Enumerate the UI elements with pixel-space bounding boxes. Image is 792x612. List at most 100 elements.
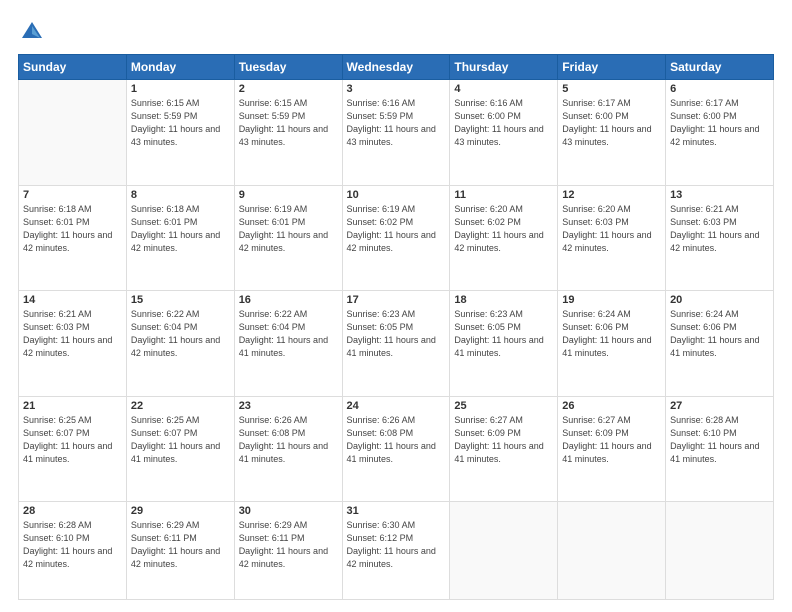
day-cell (19, 80, 127, 186)
day-info: Sunrise: 6:24 AMSunset: 6:06 PMDaylight:… (562, 308, 661, 360)
day-cell: 26 Sunrise: 6:27 AMSunset: 6:09 PMDayligh… (558, 396, 666, 502)
day-cell: 6 Sunrise: 6:17 AMSunset: 6:00 PMDaylight… (666, 80, 774, 186)
day-cell: 1 Sunrise: 6:15 AMSunset: 5:59 PMDaylight… (126, 80, 234, 186)
calendar-table: SundayMondayTuesdayWednesdayThursdayFrid… (18, 54, 774, 600)
logo (18, 18, 50, 46)
day-number: 24 (347, 400, 446, 412)
day-cell: 14 Sunrise: 6:21 AMSunset: 6:03 PMDayligh… (19, 291, 127, 397)
day-cell: 13 Sunrise: 6:21 AMSunset: 6:03 PMDayligh… (666, 185, 774, 291)
day-cell: 4Sunrise: 6:16 AMSunset: 6:00 PMDaylight… (450, 80, 558, 186)
week-row-5: 28 Sunrise: 6:28 AMSunset: 6:10 PMDayligh… (19, 502, 774, 600)
day-cell: 20 Sunrise: 6:24 AMSunset: 6:06 PMDayligh… (666, 291, 774, 397)
day-cell: 19 Sunrise: 6:24 AMSunset: 6:06 PMDayligh… (558, 291, 666, 397)
day-number: 20 (670, 294, 769, 306)
day-info: Sunrise: 6:25 AMSunset: 6:07 PMDaylight:… (131, 414, 230, 466)
logo-icon (18, 18, 46, 46)
day-cell: 10Sunrise: 6:19 AMSunset: 6:02 PMDayligh… (342, 185, 450, 291)
day-info: Sunrise: 6:28 AMSunset: 6:10 PMDaylight:… (23, 519, 122, 571)
day-cell: 9 Sunrise: 6:19 AMSunset: 6:01 PMDaylight… (234, 185, 342, 291)
day-number: 25 (454, 400, 553, 412)
day-number: 13 (670, 189, 769, 201)
day-cell: 5 Sunrise: 6:17 AMSunset: 6:00 PMDaylight… (558, 80, 666, 186)
day-info: Sunrise: 6:15 AMSunset: 5:59 PMDaylight:… (131, 97, 230, 149)
day-cell: 22 Sunrise: 6:25 AMSunset: 6:07 PMDayligh… (126, 396, 234, 502)
day-number: 11 (454, 189, 553, 201)
day-cell: 25 Sunrise: 6:27 AMSunset: 6:09 PMDayligh… (450, 396, 558, 502)
day-info: Sunrise: 6:18 AMSunset: 6:01 PMDaylight:… (131, 203, 230, 255)
day-info: Sunrise: 6:22 AMSunset: 6:04 PMDaylight:… (239, 308, 338, 360)
day-cell: 31 Sunrise: 6:30 AMSunset: 6:12 PMDayligh… (342, 502, 450, 600)
day-cell: 15 Sunrise: 6:22 AMSunset: 6:04 PMDayligh… (126, 291, 234, 397)
day-cell: 18 Sunrise: 6:23 AMSunset: 6:05 PMDayligh… (450, 291, 558, 397)
day-info: Sunrise: 6:24 AMSunset: 6:06 PMDaylight:… (670, 308, 769, 360)
day-info: Sunrise: 6:29 AMSunset: 6:11 PMDaylight:… (131, 519, 230, 571)
day-number: 5 (562, 83, 661, 95)
day-cell: 30Sunrise: 6:29 AMSunset: 6:11 PMDayligh… (234, 502, 342, 600)
day-info: Sunrise: 6:30 AMSunset: 6:12 PMDaylight:… (347, 519, 446, 571)
day-number: 14 (23, 294, 122, 306)
day-number: 1 (131, 83, 230, 95)
day-number: 15 (131, 294, 230, 306)
day-cell: 28 Sunrise: 6:28 AMSunset: 6:10 PMDayligh… (19, 502, 127, 600)
day-number: 26 (562, 400, 661, 412)
day-number: 12 (562, 189, 661, 201)
day-cell: 23Sunrise: 6:26 AMSunset: 6:08 PMDayligh… (234, 396, 342, 502)
day-number: 17 (347, 294, 446, 306)
day-info: Sunrise: 6:17 AMSunset: 6:00 PMDaylight:… (562, 97, 661, 149)
day-info: Sunrise: 6:16 AMSunset: 5:59 PMDaylight:… (347, 97, 446, 149)
day-number: 29 (131, 505, 230, 517)
day-header-saturday: Saturday (666, 55, 774, 80)
day-cell: 3 Sunrise: 6:16 AMSunset: 5:59 PMDaylight… (342, 80, 450, 186)
day-info: Sunrise: 6:25 AMSunset: 6:07 PMDaylight:… (23, 414, 122, 466)
day-number: 6 (670, 83, 769, 95)
day-cell: 29 Sunrise: 6:29 AMSunset: 6:11 PMDayligh… (126, 502, 234, 600)
day-cell: 21 Sunrise: 6:25 AMSunset: 6:07 PMDayligh… (19, 396, 127, 502)
day-info: Sunrise: 6:19 AMSunset: 6:02 PMDaylight:… (347, 203, 446, 255)
day-info: Sunrise: 6:20 AMSunset: 6:02 PMDaylight:… (454, 203, 553, 255)
day-info: Sunrise: 6:18 AMSunset: 6:01 PMDaylight:… (23, 203, 122, 255)
day-cell (666, 502, 774, 600)
day-number: 27 (670, 400, 769, 412)
day-number: 9 (239, 189, 338, 201)
day-info: Sunrise: 6:23 AMSunset: 6:05 PMDaylight:… (454, 308, 553, 360)
week-row-2: 7 Sunrise: 6:18 AMSunset: 6:01 PMDaylight… (19, 185, 774, 291)
day-number: 23 (239, 400, 338, 412)
day-header-tuesday: Tuesday (234, 55, 342, 80)
week-row-3: 14 Sunrise: 6:21 AMSunset: 6:03 PMDayligh… (19, 291, 774, 397)
day-header-thursday: Thursday (450, 55, 558, 80)
day-number: 7 (23, 189, 122, 201)
day-info: Sunrise: 6:21 AMSunset: 6:03 PMDaylight:… (670, 203, 769, 255)
day-number: 8 (131, 189, 230, 201)
day-info: Sunrise: 6:22 AMSunset: 6:04 PMDaylight:… (131, 308, 230, 360)
day-number: 22 (131, 400, 230, 412)
day-number: 30 (239, 505, 338, 517)
week-row-4: 21 Sunrise: 6:25 AMSunset: 6:07 PMDayligh… (19, 396, 774, 502)
day-info: Sunrise: 6:21 AMSunset: 6:03 PMDaylight:… (23, 308, 122, 360)
day-number: 31 (347, 505, 446, 517)
day-info: Sunrise: 6:26 AMSunset: 6:08 PMDaylight:… (347, 414, 446, 466)
day-cell: 11 Sunrise: 6:20 AMSunset: 6:02 PMDayligh… (450, 185, 558, 291)
day-header-monday: Monday (126, 55, 234, 80)
day-info: Sunrise: 6:15 AMSunset: 5:59 PMDaylight:… (239, 97, 338, 149)
day-number: 3 (347, 83, 446, 95)
day-cell: 17 Sunrise: 6:23 AMSunset: 6:05 PMDayligh… (342, 291, 450, 397)
header (18, 18, 774, 46)
day-number: 18 (454, 294, 553, 306)
day-info: Sunrise: 6:23 AMSunset: 6:05 PMDaylight:… (347, 308, 446, 360)
day-cell: 8 Sunrise: 6:18 AMSunset: 6:01 PMDaylight… (126, 185, 234, 291)
week-row-1: 1 Sunrise: 6:15 AMSunset: 5:59 PMDaylight… (19, 80, 774, 186)
day-header-wednesday: Wednesday (342, 55, 450, 80)
day-number: 4 (454, 83, 553, 95)
day-number: 21 (23, 400, 122, 412)
day-number: 28 (23, 505, 122, 517)
day-info: Sunrise: 6:27 AMSunset: 6:09 PMDaylight:… (562, 414, 661, 466)
day-info: Sunrise: 6:27 AMSunset: 6:09 PMDaylight:… (454, 414, 553, 466)
day-info: Sunrise: 6:20 AMSunset: 6:03 PMDaylight:… (562, 203, 661, 255)
day-info: Sunrise: 6:17 AMSunset: 6:00 PMDaylight:… (670, 97, 769, 149)
day-cell: 27Sunrise: 6:28 AMSunset: 6:10 PMDayligh… (666, 396, 774, 502)
day-info: Sunrise: 6:19 AMSunset: 6:01 PMDaylight:… (239, 203, 338, 255)
day-cell: 7 Sunrise: 6:18 AMSunset: 6:01 PMDaylight… (19, 185, 127, 291)
day-number: 19 (562, 294, 661, 306)
day-cell: 2Sunrise: 6:15 AMSunset: 5:59 PMDaylight… (234, 80, 342, 186)
day-cell: 16Sunrise: 6:22 AMSunset: 6:04 PMDayligh… (234, 291, 342, 397)
